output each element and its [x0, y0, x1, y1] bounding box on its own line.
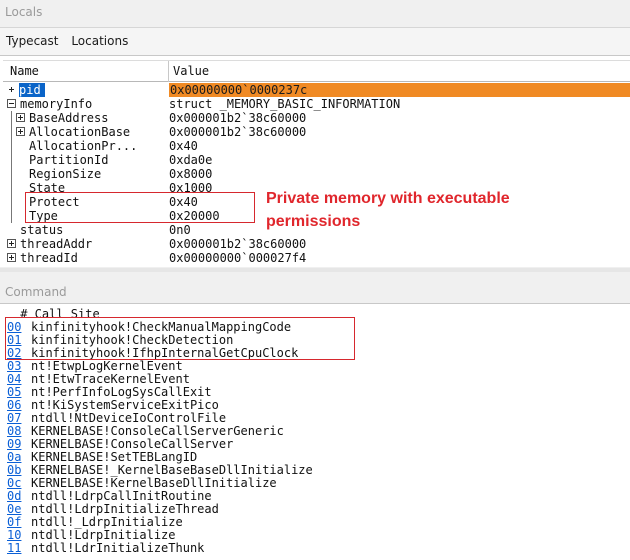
local-value: 0x00000000`000027f4: [169, 251, 307, 265]
frame-call-site: ntdll!LdrpCallInitRoutine: [31, 489, 212, 503]
locations-button[interactable]: Locations: [65, 28, 131, 54]
tree-line: [11, 167, 12, 181]
locals-pane-title: Locals: [0, 0, 630, 24]
tree-line: [11, 111, 12, 125]
expand-plus-icon[interactable]: [7, 239, 16, 248]
local-value: 0x8000: [169, 167, 213, 181]
local-row-pid[interactable]: pid 0x00000000`0000237c: [5, 83, 630, 97]
locals-tree: Name Value pid 0x00000000`0000237c memor…: [0, 55, 630, 267]
frame-call-site: ntdll!LdrpInitialize: [31, 528, 176, 542]
expand-plus-icon[interactable]: [16, 113, 25, 122]
command-pane-title: Command: [0, 280, 630, 304]
tree-line: [11, 125, 12, 139]
local-name: PartitionId: [29, 153, 109, 167]
expand-plus-icon[interactable]: [7, 85, 16, 94]
frame-call-site: nt!EtwTraceKernelEvent: [31, 372, 190, 386]
local-value: 0x000001b2`38c60000: [169, 111, 307, 125]
frame-call-site: ntdll!NtDeviceIoControlFile: [31, 411, 227, 425]
executable-memory-annotation: Private memory with executable permissio…: [266, 187, 596, 233]
name-column-header[interactable]: Name: [10, 64, 39, 78]
local-name: pid: [19, 83, 45, 97]
local-row-baseaddress[interactable]: BaseAddress 0x000001b2`38c60000: [5, 111, 630, 125]
frame-call-site: nt!PerfInfoLogSysCallExit: [31, 385, 212, 399]
local-value: struct _MEMORY_BASIC_INFORMATION: [169, 97, 401, 111]
expand-plus-icon[interactable]: [7, 253, 16, 262]
local-row-allocationbase[interactable]: AllocationBase 0x000001b2`38c60000: [5, 125, 630, 139]
tree-line: [11, 195, 12, 209]
local-row-regionsize[interactable]: RegionSize 0x8000: [5, 167, 630, 181]
frame-call-site: KERNELBASE!SetTEBLangID: [31, 450, 198, 464]
frame-call-site: ntdll!LdrInitializeThunk: [31, 541, 205, 555]
local-name: threadId: [20, 251, 78, 265]
tree-line: [11, 209, 12, 223]
local-value: 0x000001b2`38c60000: [169, 125, 307, 139]
kinfinityhook-frames-highlight-box: [5, 317, 355, 360]
column-divider[interactable]: [168, 61, 169, 82]
local-name: RegionSize: [29, 167, 102, 181]
frame-number-link[interactable]: 11: [7, 542, 31, 555]
local-row-threadid[interactable]: threadId 0x00000000`000027f4: [5, 251, 630, 265]
local-value: 0x00000000`0000237c: [169, 83, 630, 97]
frame-call-site: KERNELBASE!_KernelBaseBaseDllInitialize: [31, 463, 313, 477]
local-name: memoryInfo: [20, 97, 93, 111]
local-row-partitionid[interactable]: PartitionId 0xda0e: [5, 153, 630, 167]
frame-call-site: KERNELBASE!KernelBaseDllInitialize: [31, 476, 277, 490]
frame-call-site: ntdll!LdrpInitializeThread: [31, 502, 219, 516]
frame-call-site: nt!KiSystemServiceExitPico: [31, 398, 219, 412]
frame-call-site: KERNELBASE!ConsoleCallServer: [31, 437, 234, 451]
typecast-button[interactable]: Typecast: [0, 28, 61, 54]
protect-type-highlight-box: [25, 192, 255, 223]
annotation-line-1: Private memory with executable: [266, 190, 510, 207]
frame-call-site: nt!EtwpLogKernelEvent: [31, 359, 183, 373]
local-value: 0xda0e: [169, 153, 213, 167]
locals-rows: pid 0x00000000`0000237c memoryInfo struc…: [5, 83, 630, 265]
local-name: BaseAddress: [29, 111, 109, 125]
value-column-header[interactable]: Value: [173, 64, 209, 78]
local-name: status: [20, 223, 64, 237]
local-row-threadaddr[interactable]: threadAddr 0x000001b2`38c60000: [5, 237, 630, 251]
stack-frame: 11 ntdll!LdrInitializeThunk: [7, 542, 313, 555]
tree-line: [11, 153, 12, 167]
local-row-memoryinfo[interactable]: memoryInfo struct _MEMORY_BASIC_INFORMAT…: [5, 97, 630, 111]
frame-call-site: KERNELBASE!ConsoleCallServerGeneric: [31, 424, 284, 438]
local-name: AllocationPr...: [29, 139, 138, 153]
expand-plus-icon[interactable]: [16, 127, 25, 136]
frame-call-site: ntdll!_LdrpInitialize: [31, 515, 183, 529]
locals-column-header: Name Value: [3, 60, 630, 82]
local-name: AllocationBase: [29, 125, 131, 139]
local-value: 0x000001b2`38c60000: [169, 237, 307, 251]
locals-toolbar: Typecast Locations: [0, 27, 630, 55]
tree-line: [11, 181, 12, 195]
pane-splitter[interactable]: [0, 268, 630, 272]
local-name: threadAddr: [20, 237, 93, 251]
local-value: 0n0: [169, 223, 191, 237]
local-value: 0x40: [169, 139, 198, 153]
collapse-minus-icon[interactable]: [7, 99, 16, 108]
tree-line: [11, 139, 12, 153]
local-row-allocationprotect[interactable]: AllocationPr... 0x40: [5, 139, 630, 153]
annotation-line-2: permissions: [266, 213, 361, 230]
